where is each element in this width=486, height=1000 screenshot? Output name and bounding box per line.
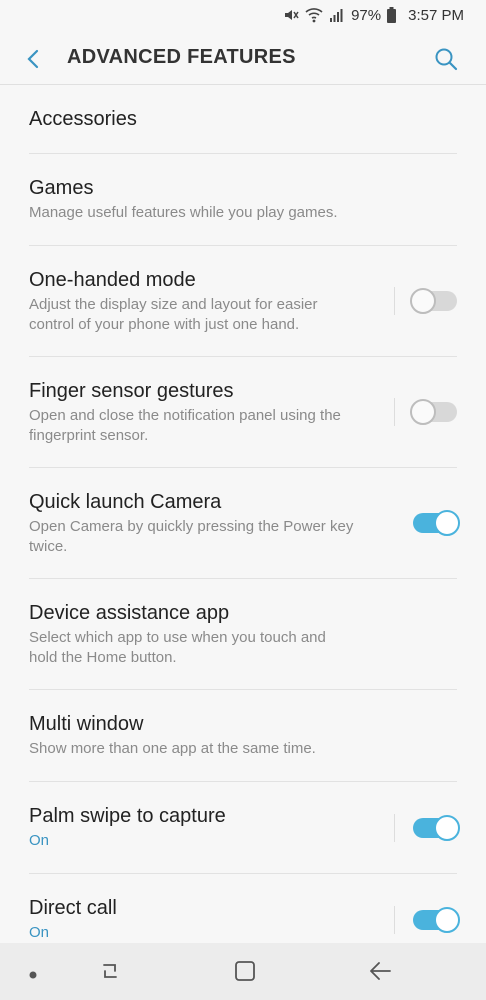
setting-device-assistance-app[interactable]: Device assistance app Select which app t…: [29, 579, 457, 690]
status-bar: 97% 3:57 PM: [0, 0, 486, 30]
page-title: ADVANCED FEATURES: [67, 46, 296, 68]
setting-title: Multi window: [29, 713, 144, 735]
clock: 3:57 PM: [408, 6, 464, 24]
setting-status: On: [29, 924, 50, 941]
setting-games[interactable]: Games Manage useful features while you p…: [29, 154, 457, 246]
setting-subtitle: Open Camera by quickly pressing the Powe…: [29, 518, 354, 555]
battery-icon: [387, 7, 397, 23]
setting-title: One-handed mode: [29, 269, 196, 291]
home-icon: [235, 961, 255, 981]
recents-button[interactable]: [98, 959, 122, 988]
setting-title: Quick launch Camera: [29, 491, 222, 513]
back-icon: [370, 962, 391, 980]
back-arrow-icon: [27, 49, 39, 69]
battery-percent: 97%: [351, 6, 382, 24]
setting-multi-window[interactable]: Multi window Show more than one app at t…: [29, 690, 457, 782]
dot-icon: [29, 971, 37, 979]
wifi-icon: [305, 8, 323, 23]
direct-call-toggle[interactable]: [413, 907, 460, 933]
toggle-container: [413, 508, 460, 538]
search-icon: [435, 48, 458, 71]
toggle-knob: [410, 399, 436, 425]
back-button[interactable]: [18, 44, 48, 74]
home-button[interactable]: [233, 959, 257, 988]
toggle-container: [394, 286, 457, 316]
signal-icon: [330, 9, 343, 22]
settings-list: Accessories Games Manage useful features…: [0, 85, 486, 966]
setting-title: Finger sensor gestures: [29, 380, 234, 402]
recents-icon: [103, 964, 117, 978]
setting-subtitle: Adjust the display size and layout for e…: [29, 296, 318, 333]
setting-palm-swipe-to-capture[interactable]: Palm swipe to capture On: [29, 782, 460, 874]
setting-title: Games: [29, 177, 94, 199]
setting-title: Palm swipe to capture: [29, 805, 226, 827]
finger-sensor-gestures-toggle[interactable]: [410, 399, 457, 425]
toggle-container: [394, 813, 460, 843]
toggle-knob: [434, 510, 460, 536]
setting-status: On: [29, 832, 50, 849]
toggle-knob: [434, 814, 460, 841]
toggle-container: [394, 397, 457, 427]
setting-subtitle: Show more than one app at the same time.: [29, 740, 316, 757]
navigation-bar: [0, 943, 486, 1000]
vertical-divider: [394, 813, 395, 842]
dot-button[interactable]: [28, 967, 38, 985]
palm-swipe-toggle[interactable]: [413, 814, 460, 841]
one-handed-mode-toggle[interactable]: [410, 288, 457, 314]
setting-accessories[interactable]: Accessories: [29, 85, 457, 154]
quick-launch-camera-toggle[interactable]: [413, 510, 460, 536]
setting-one-handed-mode[interactable]: One-handed mode Adjust the display size …: [29, 246, 457, 357]
vertical-divider: [394, 906, 395, 934]
setting-quick-launch-camera[interactable]: Quick launch Camera Open Camera by quick…: [29, 468, 460, 579]
setting-title: Accessories: [29, 108, 137, 130]
mute-icon: [285, 10, 299, 20]
app-bar: ADVANCED FEATURES: [0, 30, 486, 86]
setting-finger-sensor-gestures[interactable]: Finger sensor gestures Open and close th…: [29, 357, 457, 468]
nav-back-button[interactable]: [368, 959, 392, 988]
setting-subtitle: Manage useful features while you play ga…: [29, 204, 338, 221]
toggle-knob: [410, 288, 436, 314]
search-button[interactable]: [430, 43, 462, 75]
toggle-knob: [434, 907, 460, 933]
vertical-divider: [394, 398, 395, 426]
setting-title: Device assistance app: [29, 602, 230, 624]
vertical-divider: [394, 287, 395, 315]
setting-subtitle: Open and close the notification panel us…: [29, 407, 341, 444]
setting-subtitle: Select which app to use when you touch a…: [29, 629, 326, 666]
toggle-container: [394, 905, 460, 935]
setting-title: Direct call: [29, 897, 117, 919]
